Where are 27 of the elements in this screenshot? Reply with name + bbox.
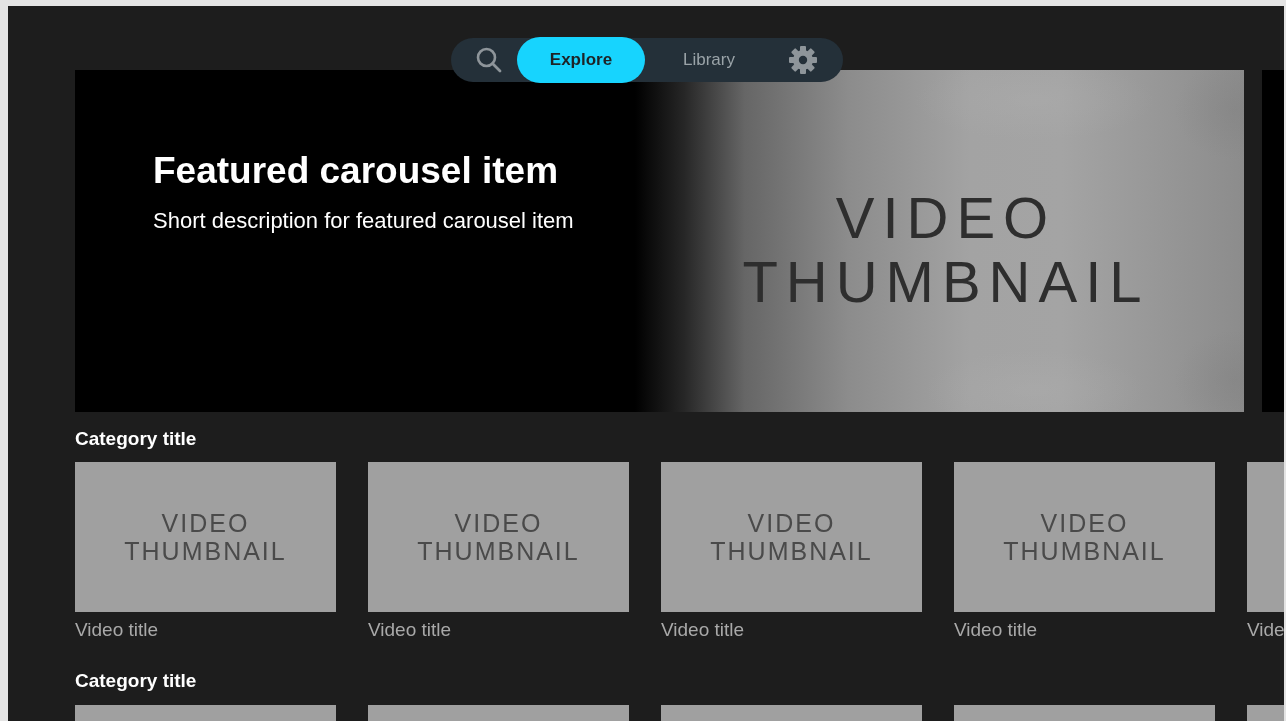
- video-thumbnail[interactable]: VIDEO THUMBNAIL: [954, 462, 1215, 612]
- featured-carousel-item[interactable]: Featured carousel item Short description for featured carousel item VIDEO THUMBNAIL: [75, 70, 1244, 412]
- featured-description: Short description for featured carousel item: [153, 208, 574, 234]
- search-icon: [475, 46, 503, 74]
- thumbnail-text: VIDEO: [835, 186, 1057, 250]
- featured-title: Featured carousel item: [153, 150, 559, 192]
- category-title: Category title: [75, 428, 197, 450]
- thumbnail-text: THUMBNAIL: [417, 537, 580, 565]
- thumbnail-text: THUMBNAIL: [710, 537, 873, 565]
- video-title: Video title: [75, 618, 159, 642]
- thumbnail-text: THUMBNAIL: [1003, 537, 1166, 565]
- video-title: Video title: [661, 618, 745, 642]
- thumbnail-text: VIDEO: [747, 509, 836, 537]
- gear-icon: [788, 45, 818, 75]
- nav-tab[interactable]: Explore: [517, 37, 645, 83]
- video-thumbnail[interactable]: VIDEO THUMBNAIL: [75, 462, 336, 612]
- thumbnail-text: VIDEO: [454, 509, 543, 537]
- video-thumbnail[interactable]: VIDEO THUMBNAIL: [368, 462, 629, 612]
- category-title: Category title: [75, 670, 197, 692]
- video-title: Vide: [1247, 618, 1284, 642]
- thumbnail-text: THUMBNAIL: [742, 250, 1150, 314]
- thumbnail-text: VIDEO: [1040, 509, 1129, 537]
- video-thumbnail[interactable]: VIDEO THUMBNAIL: [661, 462, 922, 612]
- thumbnail-text: THUMBNAIL: [124, 537, 287, 565]
- video-title: Video title: [954, 618, 1038, 642]
- thumbnail-text: VIDEO: [161, 509, 250, 537]
- video-title: Video title: [368, 618, 452, 642]
